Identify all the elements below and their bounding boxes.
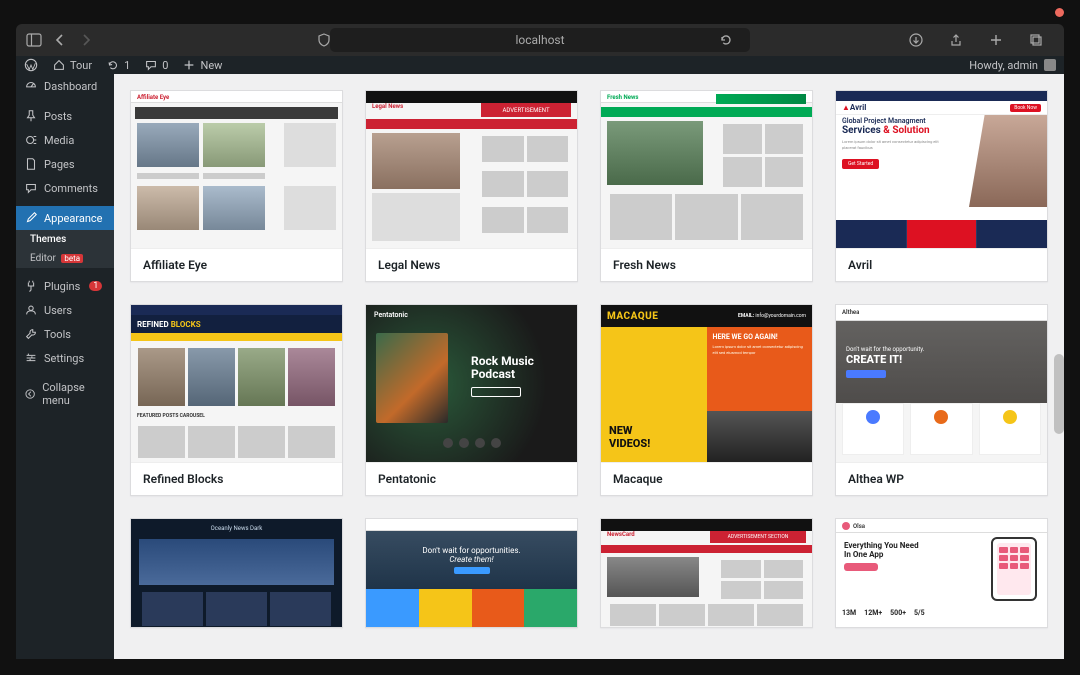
forward-button[interactable] — [78, 32, 94, 48]
users-icon — [24, 303, 38, 317]
media-icon — [24, 133, 38, 147]
menu-posts[interactable]: Posts — [16, 104, 114, 128]
theme-screenshot: Legal News ADVERTISEMENT — [366, 91, 577, 248]
menu-pages[interactable]: Pages — [16, 152, 114, 176]
theme-card-pentatonic[interactable]: Pentatonic Rock Music Podcast — [365, 304, 578, 496]
menu-media[interactable]: Media — [16, 128, 114, 152]
theme-name: Althea WP — [836, 462, 1047, 495]
theme-card-avril[interactable]: ▲ Avril Book Now Global Project Managmen… — [835, 90, 1048, 282]
back-button[interactable] — [52, 32, 68, 48]
theme-card-affiliate-eye[interactable]: Affiliate Eye Affiliate Eye — [130, 90, 343, 282]
comments-link[interactable]: 0 — [144, 58, 168, 72]
menu-appearance[interactable]: Appearance — [16, 206, 114, 230]
theme-name: Pentatonic — [366, 462, 577, 495]
theme-screenshot: REFINED BLOCKS FEATURED — [131, 305, 342, 462]
wp-logo[interactable] — [24, 58, 38, 72]
page-icon — [24, 157, 38, 171]
updates-link[interactable]: 1 — [106, 58, 130, 72]
theme-screenshot: MACAQUE EMAIL: info@yourdomain.com HERE … — [601, 305, 812, 462]
plugin-icon — [24, 279, 38, 293]
brush-icon — [24, 211, 38, 225]
share-icon[interactable] — [948, 32, 964, 48]
theme-screenshot: NewsCard ADVERTISEMENT SECTION — [601, 519, 812, 627]
admin-sidebar: Dashboard Posts Media Pages Comments — [16, 74, 114, 659]
theme-screenshot: Fresh News — [601, 91, 812, 248]
menu-dashboard[interactable]: Dashboard — [16, 74, 114, 98]
submenu-editor[interactable]: Editor beta — [16, 249, 114, 268]
theme-card-partial-1[interactable]: Oceanly News Dark — [130, 518, 343, 628]
collapse-icon — [24, 387, 36, 401]
collapse-menu[interactable]: Collapse menu — [16, 376, 114, 412]
theme-name: Macaque — [601, 462, 812, 495]
home-icon — [52, 58, 66, 72]
theme-card-partial-2[interactable]: Don't wait for opportunities. Create the… — [365, 518, 578, 628]
download-icon[interactable] — [908, 32, 924, 48]
comment-icon — [144, 58, 158, 72]
scrollbar-thumb[interactable] — [1054, 354, 1064, 434]
themes-content: Affiliate Eye Affiliate Eye — [114, 74, 1064, 659]
updates-icon — [106, 58, 120, 72]
theme-screenshot: Olsa Everything You Need In One App — [836, 519, 1047, 627]
url-text: localhost — [515, 33, 564, 47]
tabs-icon[interactable] — [1028, 32, 1044, 48]
wordpress-icon — [24, 58, 38, 72]
menu-settings[interactable]: Settings — [16, 346, 114, 370]
theme-name: Refined Blocks — [131, 462, 342, 495]
theme-card-partial-3[interactable]: NewsCard ADVERTISEMENT SECTION — [600, 518, 813, 628]
theme-name: Affiliate Eye — [131, 248, 342, 281]
site-name: Tour — [70, 59, 92, 72]
plus-icon — [182, 58, 196, 72]
theme-card-refined-blocks[interactable]: REFINED BLOCKS FEATURED — [130, 304, 343, 496]
sidebar-toggle-icon[interactable] — [26, 32, 42, 48]
theme-screenshot: Don't wait for opportunities. Create the… — [366, 519, 577, 627]
beta-badge: beta — [61, 254, 83, 263]
theme-name: Avril — [836, 248, 1047, 281]
new-content-link[interactable]: New — [182, 58, 222, 72]
theme-card-althea-wp[interactable]: Althea Don't wait for the opportunity. C… — [835, 304, 1048, 496]
reload-button[interactable] — [718, 32, 734, 48]
theme-card-legal-news[interactable]: Legal News ADVERTISEMENT — [365, 90, 578, 282]
site-link[interactable]: Tour — [52, 58, 92, 72]
wp-admin-bar: Tour 1 0 New Howdy, admin — [16, 56, 1064, 74]
avatar[interactable] — [1044, 59, 1056, 71]
tools-icon — [24, 327, 38, 341]
pin-icon — [24, 109, 38, 123]
traffic-light-close[interactable] — [1055, 8, 1064, 17]
scrollbar[interactable] — [1054, 74, 1064, 659]
howdy-text[interactable]: Howdy, admin — [969, 59, 1038, 72]
window-titlebar — [16, 4, 1064, 20]
menu-tools[interactable]: Tools — [16, 322, 114, 346]
theme-card-partial-4[interactable]: Olsa Everything You Need In One App — [835, 518, 1048, 628]
browser-toolbar: localhost — [16, 24, 1064, 56]
submenu-themes[interactable]: Themes — [16, 230, 114, 249]
menu-plugins[interactable]: Plugins 1 — [16, 274, 114, 298]
theme-name: Legal News — [366, 248, 577, 281]
theme-name: Fresh News — [601, 248, 812, 281]
settings-icon — [24, 351, 38, 365]
dashboard-icon — [24, 79, 38, 93]
theme-screenshot: ▲ Avril Book Now Global Project Managmen… — [836, 91, 1047, 248]
theme-card-macaque[interactable]: MACAQUE EMAIL: info@yourdomain.com HERE … — [600, 304, 813, 496]
theme-screenshot: Pentatonic Rock Music Podcast — [366, 305, 577, 462]
comments-icon — [24, 181, 38, 195]
theme-card-fresh-news[interactable]: Fresh News — [600, 90, 813, 282]
url-field[interactable]: localhost — [330, 28, 750, 52]
plugins-count-badge: 1 — [89, 281, 102, 291]
menu-users[interactable]: Users — [16, 298, 114, 322]
new-tab-icon[interactable] — [988, 32, 1004, 48]
theme-screenshot: Oceanly News Dark — [131, 519, 342, 627]
theme-screenshot: Affiliate Eye — [131, 91, 342, 248]
menu-comments[interactable]: Comments — [16, 176, 114, 200]
theme-screenshot: Althea Don't wait for the opportunity. C… — [836, 305, 1047, 462]
